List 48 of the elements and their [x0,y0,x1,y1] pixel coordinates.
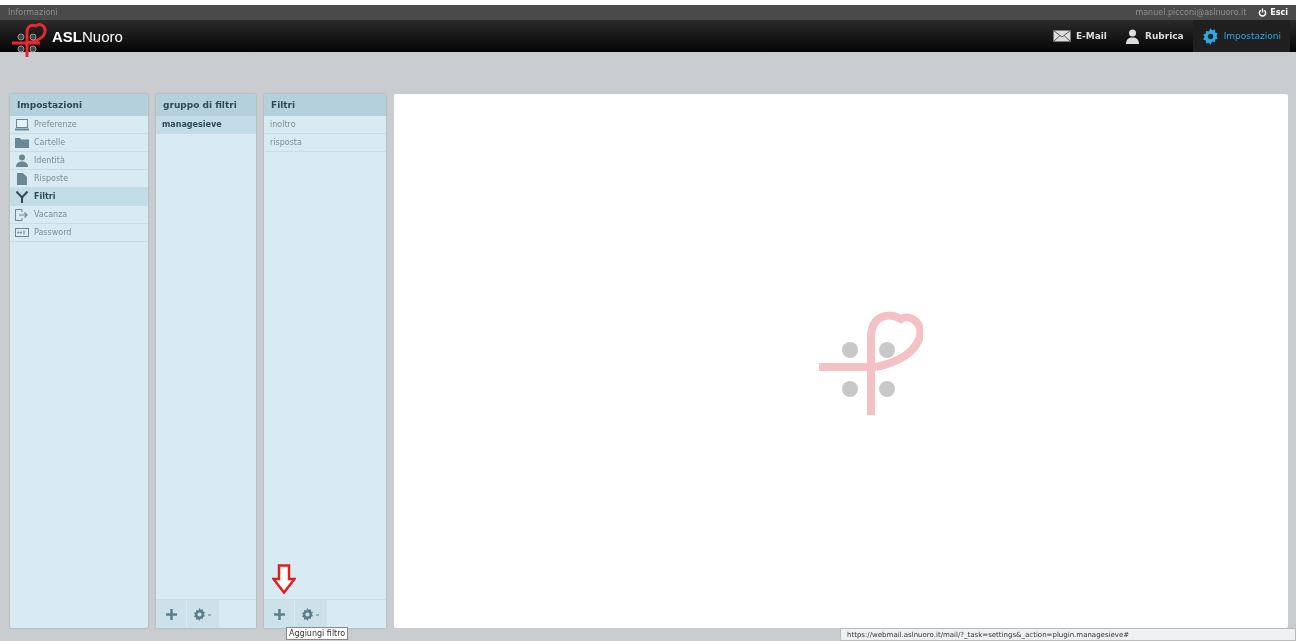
gear-icon [301,607,321,621]
envelope-icon [1052,30,1071,42]
monitor-icon [15,118,29,131]
brand-name: ASLNuoro [52,27,123,45]
settings-button[interactable] [295,600,327,628]
settings-label: Risposte [34,174,69,183]
info-label: Informazioni [8,8,59,17]
add-button[interactable] [156,600,186,628]
filter-item[interactable]: inoltro [264,116,386,134]
logo-icon [10,22,50,60]
tooltip: Aggiungi filtro [286,627,349,640]
settings-label: Vacanza [34,210,68,219]
person-icon [15,154,29,167]
nav-tab[interactable]: Rubrica [1115,20,1193,52]
settings-item[interactable]: Password [10,224,148,242]
document-icon [15,172,29,185]
user-email: manuel.picconi@aslnuoro.it [1135,8,1247,17]
gear-icon [193,607,213,621]
settings-label: Filtri [34,192,56,201]
plus-icon [165,608,177,620]
panel-header: Filtri [264,94,386,116]
settings-button[interactable] [187,600,219,628]
arrow-icon [272,564,296,594]
settings-label: Cartelle [34,138,66,147]
settings-label: Preferenze [34,120,77,129]
settings-item[interactable]: Cartelle [10,134,148,152]
logout-link[interactable]: Esci [1258,8,1288,17]
settings-item[interactable]: Filtri [10,188,148,206]
settings-label: Password [34,228,72,237]
settings-item[interactable]: Vacanza [10,206,148,224]
plus-icon [273,608,285,620]
add-filter-button[interactable] [264,600,294,628]
settings-label: Identità [34,156,65,165]
filter-item[interactable]: risposta [264,134,386,152]
settings-item[interactable]: Preferenze [10,116,148,134]
password-icon [15,228,29,237]
settings-item[interactable]: Identità [10,152,148,170]
person-icon [1124,28,1140,44]
panel-header: Impostazioni [10,94,148,116]
exit-icon [15,208,29,221]
nav-tab[interactable]: E-Mail [1043,20,1116,52]
filter-group-item[interactable]: managesieve [156,116,256,134]
power-icon [1258,8,1268,17]
filter-icon [15,190,29,203]
gear-icon [1201,27,1219,45]
folder-icon [15,137,29,148]
nav-tab[interactable]: Impostazioni [1192,20,1290,52]
panel-header: gruppo di filtri [156,94,256,116]
